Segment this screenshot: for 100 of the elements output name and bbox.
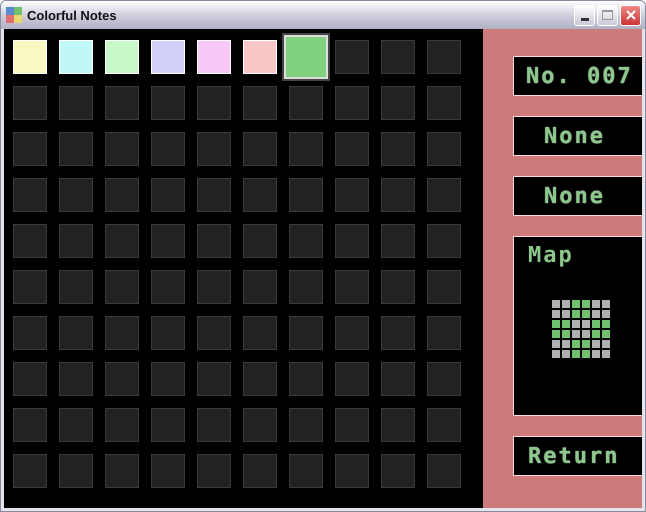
empty-note[interactable] [289, 454, 323, 488]
empty-note[interactable] [13, 408, 47, 442]
empty-note[interactable] [197, 86, 231, 120]
empty-note[interactable] [427, 454, 461, 488]
empty-note[interactable] [59, 270, 93, 304]
empty-note[interactable] [427, 270, 461, 304]
empty-note[interactable] [289, 86, 323, 120]
empty-note[interactable] [105, 316, 139, 350]
empty-note[interactable] [381, 86, 415, 120]
empty-note[interactable] [381, 408, 415, 442]
empty-note[interactable] [335, 362, 369, 396]
maximize-icon [602, 10, 613, 20]
empty-note[interactable] [151, 270, 185, 304]
empty-note[interactable] [13, 362, 47, 396]
empty-note[interactable] [105, 224, 139, 258]
empty-note[interactable] [105, 454, 139, 488]
empty-note[interactable] [335, 132, 369, 166]
empty-note[interactable] [151, 454, 185, 488]
empty-note[interactable] [105, 132, 139, 166]
empty-note[interactable] [289, 224, 323, 258]
empty-note[interactable] [243, 132, 277, 166]
empty-note[interactable] [197, 316, 231, 350]
empty-note[interactable] [105, 178, 139, 212]
empty-note[interactable] [289, 178, 323, 212]
minimize-button[interactable] [574, 4, 595, 26]
empty-note[interactable] [335, 454, 369, 488]
empty-note[interactable] [243, 224, 277, 258]
empty-note[interactable] [59, 132, 93, 166]
empty-note[interactable] [243, 86, 277, 120]
empty-note[interactable] [59, 454, 93, 488]
empty-note[interactable] [151, 316, 185, 350]
empty-note[interactable] [335, 408, 369, 442]
empty-note[interactable] [105, 362, 139, 396]
empty-note[interactable] [197, 132, 231, 166]
empty-note[interactable] [381, 178, 415, 212]
empty-note[interactable] [335, 224, 369, 258]
empty-note[interactable] [427, 40, 461, 74]
empty-note[interactable] [289, 132, 323, 166]
empty-note[interactable] [151, 132, 185, 166]
empty-note[interactable] [151, 224, 185, 258]
empty-note[interactable] [427, 178, 461, 212]
empty-note[interactable] [197, 454, 231, 488]
empty-note[interactable] [197, 224, 231, 258]
empty-note[interactable] [13, 454, 47, 488]
empty-note[interactable] [105, 86, 139, 120]
empty-note[interactable] [13, 178, 47, 212]
empty-note[interactable] [151, 178, 185, 212]
return-button[interactable]: Return [513, 436, 642, 476]
empty-note[interactable] [427, 132, 461, 166]
empty-note[interactable] [243, 270, 277, 304]
color-note[interactable] [284, 35, 328, 79]
empty-note[interactable] [13, 224, 47, 258]
empty-note[interactable] [335, 178, 369, 212]
empty-note[interactable] [289, 408, 323, 442]
empty-note[interactable] [197, 408, 231, 442]
empty-note[interactable] [381, 454, 415, 488]
empty-note[interactable] [427, 408, 461, 442]
empty-note[interactable] [335, 86, 369, 120]
empty-note[interactable] [59, 408, 93, 442]
empty-note[interactable] [59, 316, 93, 350]
empty-note[interactable] [151, 362, 185, 396]
empty-note[interactable] [289, 362, 323, 396]
empty-note[interactable] [151, 86, 185, 120]
minimize-icon [580, 18, 588, 20]
empty-note[interactable] [427, 362, 461, 396]
empty-note[interactable] [243, 454, 277, 488]
empty-note[interactable] [243, 178, 277, 212]
empty-note[interactable] [13, 270, 47, 304]
empty-note[interactable] [427, 224, 461, 258]
empty-note[interactable] [381, 316, 415, 350]
close-button[interactable] [620, 4, 641, 26]
empty-note[interactable] [59, 224, 93, 258]
empty-note[interactable] [289, 270, 323, 304]
empty-note[interactable] [59, 362, 93, 396]
empty-note[interactable] [151, 408, 185, 442]
map-title: Map [528, 243, 574, 268]
empty-note[interactable] [381, 362, 415, 396]
empty-note[interactable] [197, 270, 231, 304]
empty-note[interactable] [13, 316, 47, 350]
empty-note[interactable] [13, 132, 47, 166]
empty-note[interactable] [197, 362, 231, 396]
empty-note[interactable] [13, 86, 47, 120]
empty-note[interactable] [289, 316, 323, 350]
empty-note[interactable] [243, 408, 277, 442]
empty-note[interactable] [105, 270, 139, 304]
empty-note[interactable] [335, 40, 369, 74]
empty-note[interactable] [427, 316, 461, 350]
empty-note[interactable] [197, 178, 231, 212]
empty-note[interactable] [59, 178, 93, 212]
empty-note[interactable] [427, 86, 461, 120]
empty-note[interactable] [381, 132, 415, 166]
empty-note[interactable] [335, 316, 369, 350]
empty-note[interactable] [105, 408, 139, 442]
empty-note[interactable] [59, 86, 93, 120]
empty-note[interactable] [381, 270, 415, 304]
empty-note[interactable] [381, 40, 415, 74]
empty-note[interactable] [243, 362, 277, 396]
empty-note[interactable] [335, 270, 369, 304]
empty-note[interactable] [381, 224, 415, 258]
empty-note[interactable] [243, 316, 277, 350]
